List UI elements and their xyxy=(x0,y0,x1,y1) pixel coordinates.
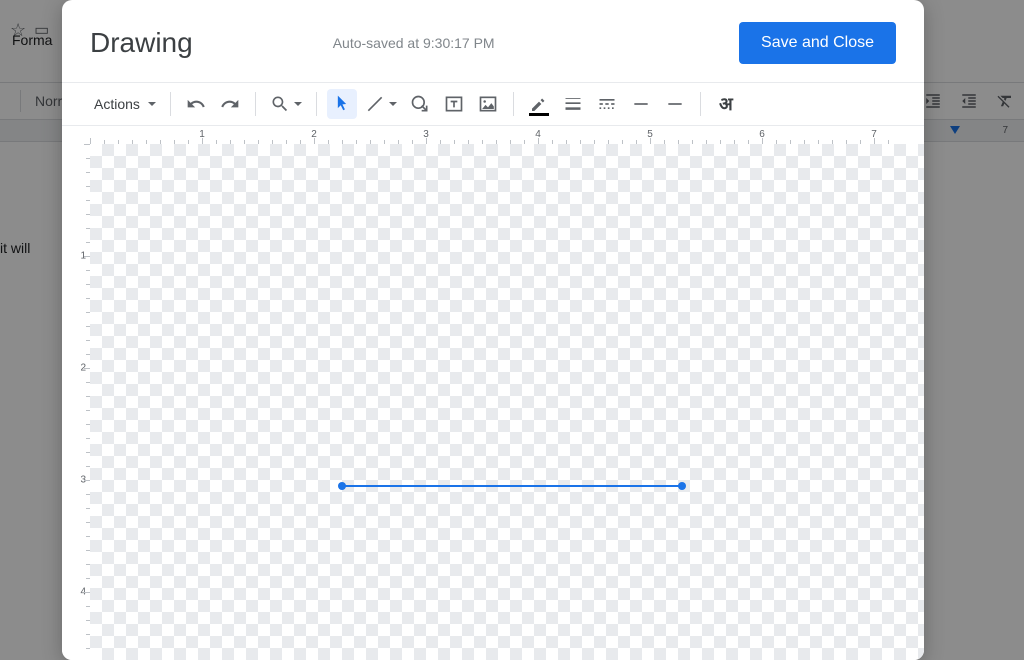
drawing-modal: Drawing Auto-saved at 9:30:17 PM Save an… xyxy=(62,0,924,660)
border-dash-tool[interactable] xyxy=(592,89,622,119)
dropdown-caret-icon xyxy=(148,102,156,106)
canvas-area: 1 2 3 4 1 2 3 4 5 6 7 xyxy=(62,126,924,660)
line-icon xyxy=(365,94,385,114)
drawing-canvas[interactable] xyxy=(90,144,924,660)
textbox-tool[interactable] xyxy=(439,89,469,119)
actions-menu[interactable]: Actions xyxy=(80,89,160,119)
line-tool[interactable] xyxy=(361,89,401,119)
textbox-icon xyxy=(444,94,464,114)
color-swatch xyxy=(529,113,549,116)
more-tool[interactable]: अ xyxy=(711,89,741,119)
shape-tool[interactable] xyxy=(405,89,435,119)
zoom-icon xyxy=(270,94,290,114)
separator xyxy=(513,92,514,116)
separator xyxy=(316,92,317,116)
line-weight-icon xyxy=(563,94,583,114)
dropdown-caret-icon xyxy=(389,102,397,106)
redo-icon xyxy=(220,94,240,114)
vertical-ruler[interactable]: 1 2 3 4 xyxy=(62,126,90,660)
image-tool[interactable] xyxy=(473,89,503,119)
zoom-menu[interactable] xyxy=(266,89,306,119)
hindi-a-icon: अ xyxy=(719,92,733,116)
line-start-icon xyxy=(631,94,651,114)
drawing-toolbar: Actions xyxy=(62,82,924,126)
autosave-status: Auto-saved at 9:30:17 PM xyxy=(333,35,495,51)
modal-title: Drawing xyxy=(90,27,193,59)
line-end-icon xyxy=(665,94,685,114)
undo-icon xyxy=(186,94,206,114)
separator xyxy=(700,92,701,116)
actions-label: Actions xyxy=(84,96,146,112)
line-handle-end[interactable] xyxy=(678,482,686,490)
dropdown-caret-icon xyxy=(294,102,302,106)
horizontal-ruler[interactable]: 1 2 3 4 5 6 7 xyxy=(90,126,924,144)
cursor-icon xyxy=(332,94,352,114)
shape-icon xyxy=(410,94,430,114)
save-and-close-button[interactable]: Save and Close xyxy=(739,22,896,64)
modal-header: Drawing Auto-saved at 9:30:17 PM Save an… xyxy=(62,0,924,82)
separator xyxy=(255,92,256,116)
line-handle-start[interactable] xyxy=(338,482,346,490)
separator xyxy=(170,92,171,116)
image-icon xyxy=(478,94,498,114)
line-end-tool[interactable] xyxy=(660,89,690,119)
redo-button[interactable] xyxy=(215,89,245,119)
drawn-line[interactable] xyxy=(342,485,682,487)
line-start-tool[interactable] xyxy=(626,89,656,119)
pen-icon xyxy=(529,97,549,111)
select-tool[interactable] xyxy=(327,89,357,119)
border-weight-tool[interactable] xyxy=(558,89,588,119)
undo-button[interactable] xyxy=(181,89,211,119)
border-color-tool[interactable] xyxy=(524,89,554,119)
line-dash-icon xyxy=(597,94,617,114)
